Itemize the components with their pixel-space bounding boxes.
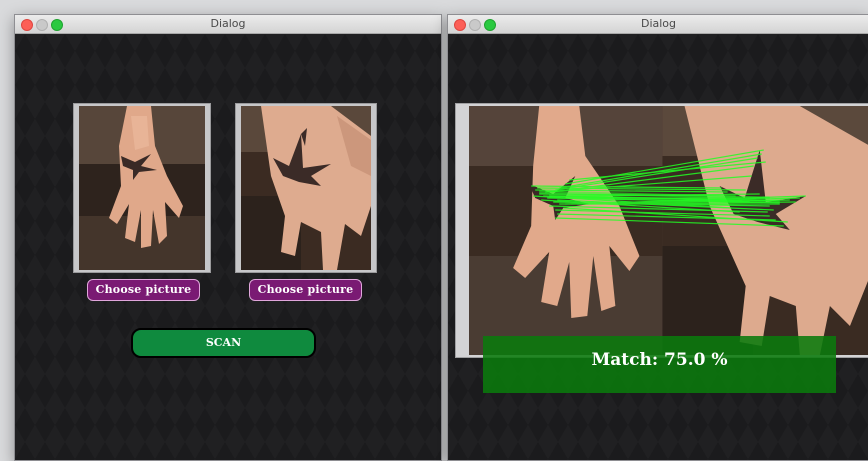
match-result-banner: Match: 75.0 % [483, 336, 836, 393]
hand-tattoo-photo-left [79, 106, 205, 270]
image-preview-right [235, 103, 377, 273]
dialog-window-result: Dialog Match: 75.0 % [447, 14, 868, 461]
dialog-window-input: Dialog Choose picture Choose picture SCA… [14, 14, 442, 461]
dialog-content: Match: 75.0 % [448, 34, 868, 460]
titlebar[interactable]: Dialog [15, 15, 441, 34]
match-percentage: Match: 75.0 % [591, 350, 728, 370]
window-title: Dialog [210, 17, 246, 30]
scan-button[interactable]: SCAN [131, 328, 316, 358]
choose-picture-button-left[interactable]: Choose picture [87, 279, 200, 301]
titlebar[interactable]: Dialog [448, 15, 868, 34]
match-result-image [455, 103, 868, 358]
hand-tattoo-photo-right [241, 106, 371, 270]
window-title: Dialog [640, 17, 677, 30]
image-preview-left [73, 103, 211, 273]
feature-match-visualization [469, 106, 868, 355]
choose-picture-button-right[interactable]: Choose picture [249, 279, 362, 301]
dialog-content: Choose picture Choose picture SCAN [15, 34, 441, 460]
